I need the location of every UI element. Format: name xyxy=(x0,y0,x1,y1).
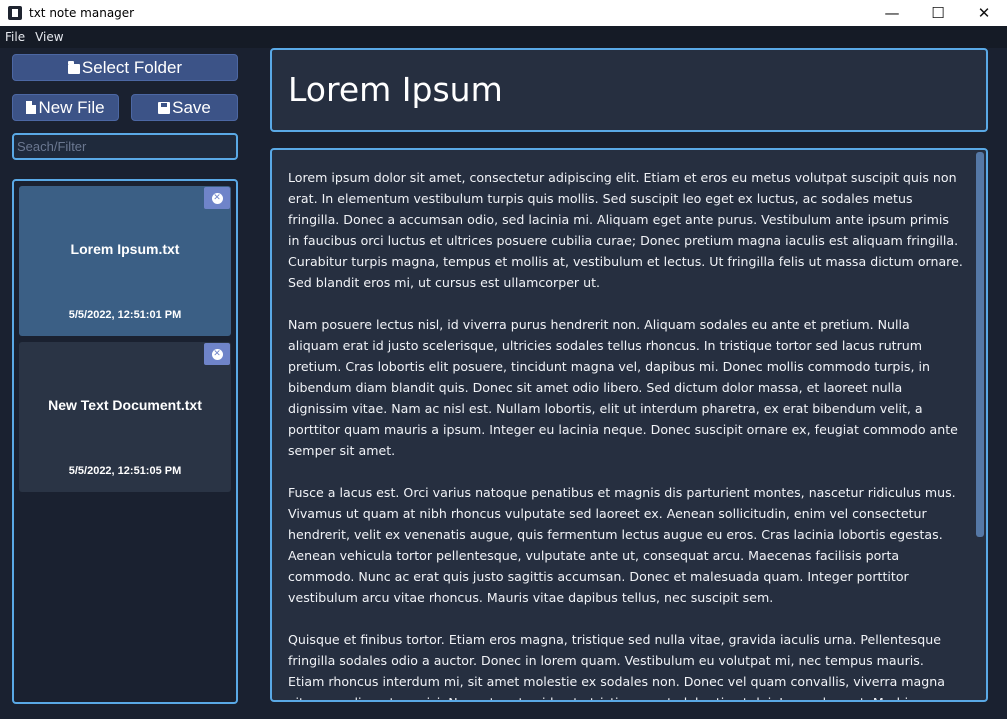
save-icon xyxy=(158,101,171,114)
file-name: Lorem Ipsum.txt xyxy=(70,241,180,257)
note-paragraph: Quisque et finibus tortor. Etiam eros ma… xyxy=(288,632,945,700)
close-file-button[interactable]: ✕ xyxy=(204,187,230,209)
app-icon xyxy=(8,6,22,20)
scrollbar[interactable] xyxy=(976,152,984,537)
minimize-button[interactable]: — xyxy=(869,0,915,26)
new-file-label: New File xyxy=(38,97,105,117)
file-icon xyxy=(26,101,37,114)
file-card[interactable]: ✕ Lorem Ipsum.txt 5/5/2022, 12:51:01 PM xyxy=(19,186,231,336)
file-date: 5/5/2022, 12:51:01 PM xyxy=(68,309,182,321)
menu-bar: File View xyxy=(0,26,1007,48)
note-title-panel[interactable]: Lorem Ipsum xyxy=(270,48,988,132)
window-title: txt note manager xyxy=(29,6,135,20)
file-date: 5/5/2022, 12:51:05 PM xyxy=(68,465,182,477)
note-editor[interactable]: Lorem ipsum dolor sit amet, consectetur … xyxy=(270,148,988,702)
close-icon: ✕ xyxy=(211,192,223,204)
save-label: Save xyxy=(172,97,211,117)
menu-file[interactable]: File xyxy=(0,30,30,44)
select-folder-label: Select Folder xyxy=(81,57,183,77)
note-paragraph: Nam posuere lectus nisl, id viverra puru… xyxy=(288,317,958,458)
close-icon: ✕ xyxy=(211,348,223,360)
file-name: New Text Document.txt xyxy=(48,397,202,413)
note-title[interactable]: Lorem Ipsum xyxy=(288,70,503,109)
note-content[interactable]: Lorem ipsum dolor sit amet, consectetur … xyxy=(288,167,964,700)
close-file-button[interactable]: ✕ xyxy=(204,343,230,365)
close-button[interactable]: ✕ xyxy=(961,0,1007,26)
note-paragraph: Lorem ipsum dolor sit amet, consectetur … xyxy=(288,170,963,290)
file-list: ✕ Lorem Ipsum.txt 5/5/2022, 12:51:01 PM … xyxy=(12,179,238,704)
new-file-button[interactable]: New File xyxy=(12,94,119,121)
menu-view[interactable]: View xyxy=(30,30,68,44)
select-folder-button[interactable]: Select Folder xyxy=(12,54,238,81)
maximize-button[interactable]: ☐ xyxy=(915,0,961,26)
folder-icon xyxy=(67,60,80,74)
file-card[interactable]: ✕ New Text Document.txt 5/5/2022, 12:51:… xyxy=(19,342,231,492)
search-input[interactable] xyxy=(12,133,238,160)
window-controls: — ☐ ✕ xyxy=(869,0,1007,26)
note-paragraph: Fusce a lacus est. Orci varius natoque p… xyxy=(288,485,956,605)
save-button[interactable]: Save xyxy=(131,94,238,121)
title-bar: txt note manager — ☐ ✕ xyxy=(0,0,1007,26)
